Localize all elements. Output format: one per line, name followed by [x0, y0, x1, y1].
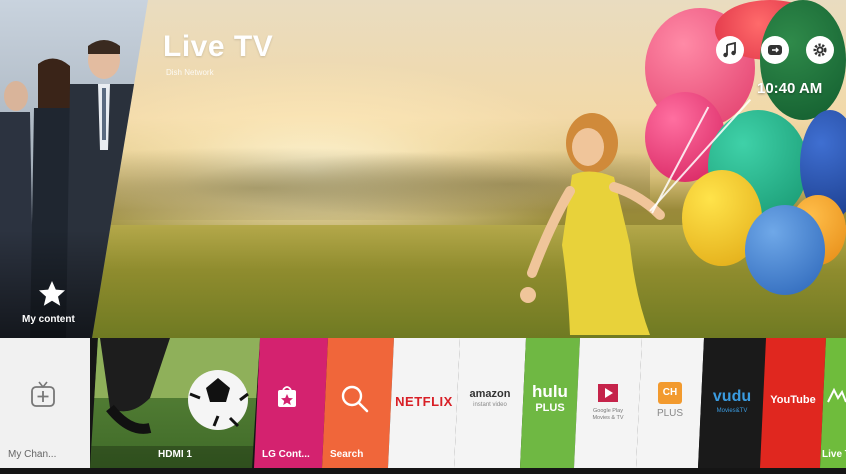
channel-title: Live TV [163, 30, 274, 63]
tile-label: My Chan... [8, 449, 57, 460]
input-button[interactable] [761, 36, 789, 64]
live-tv-icon [827, 387, 846, 403]
tile-lg-content-store[interactable]: LG Cont... [254, 338, 328, 468]
add-channel-icon [31, 381, 55, 407]
tile-hdmi-1[interactable]: HDMI 1 [90, 338, 260, 468]
tile-google-play-movies[interactable]: Google Play Movies & TV [574, 338, 642, 468]
tile-label: HDMI 1 [158, 449, 192, 460]
amazon-logo: amazon [469, 388, 511, 400]
ch-plus-badge: CH [658, 382, 682, 404]
tile-search[interactable]: Search [322, 338, 394, 468]
music-icon [723, 42, 736, 58]
music-button[interactable] [716, 36, 744, 64]
tile-label: Search [330, 449, 364, 460]
tile-amazon[interactable]: amazon instant video [454, 338, 526, 468]
input-icon [768, 45, 782, 55]
settings-icon [813, 43, 827, 57]
vudu-logo: vudu [712, 388, 752, 405]
tile-channel-plus[interactable]: CH PLUS [636, 338, 704, 468]
amazon-subtitle: instant video [473, 402, 507, 408]
settings-button[interactable] [806, 36, 834, 64]
clock: 10:40 AM [757, 80, 823, 97]
balloon-blue [745, 205, 825, 295]
tile-my-channels[interactable]: My Chan... [0, 338, 90, 468]
tile-label: Live T [822, 449, 846, 460]
tile-hulu-plus[interactable]: hulu PLUS [520, 338, 580, 468]
ch-plus-label: PLUS [656, 408, 684, 419]
play-title: Google Play [593, 408, 623, 414]
play-movies-icon [598, 384, 618, 402]
hulu-plus-label: PLUS [535, 402, 565, 414]
tile-youtube[interactable]: YouTube [760, 338, 826, 468]
star-icon [39, 281, 65, 306]
tile-vudu[interactable]: vudu Movies&TV [698, 338, 766, 468]
channel-provider: Dish Network [166, 68, 214, 77]
search-icon [341, 385, 369, 413]
youtube-logo: YouTube [770, 394, 816, 406]
play-subtitle: Movies & TV [592, 415, 624, 421]
tile-netflix[interactable]: NETFLIX [388, 338, 460, 468]
tile-label: LG Cont... [262, 449, 310, 460]
hulu-logo: hulu [532, 382, 568, 401]
store-bag-icon [278, 386, 296, 407]
netflix-logo: NETFLIX [395, 394, 453, 409]
my-content-label: My content [22, 314, 75, 325]
ch-plus-logo: CH [662, 387, 678, 398]
vudu-subtitle: Movies&TV [716, 408, 748, 414]
tv-home-screen: My content Live TV Dish Network 10:40 AM [0, 0, 846, 474]
